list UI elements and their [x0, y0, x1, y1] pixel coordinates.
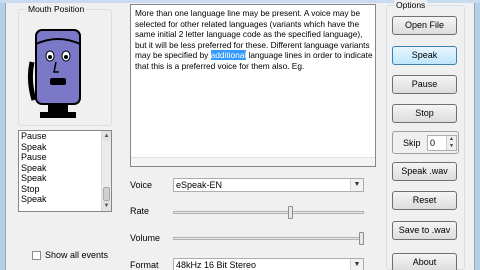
rate-slider[interactable] — [173, 211, 364, 214]
reset-button[interactable]: Reset — [392, 191, 457, 210]
format-label: Format — [130, 260, 159, 270]
spin-up-icon[interactable]: ▲ — [447, 136, 456, 143]
list-item[interactable]: Speak — [19, 194, 111, 205]
show-all-events-label: Show all events — [45, 250, 109, 260]
skip-count-spinner[interactable]: 0 ▲ ▼ — [427, 135, 457, 151]
list-item[interactable]: Stop — [19, 184, 111, 195]
list-item[interactable]: Pause — [19, 152, 111, 163]
speak-wav-button[interactable]: Speak .wav — [392, 162, 457, 181]
event-log-list[interactable]: Pause Speak Pause Speak Speak Stop Speak… — [18, 130, 112, 212]
format-select[interactable]: 48kHz 16 Bit Stereo ▼ — [173, 258, 364, 270]
list-item[interactable]: Speak — [19, 163, 111, 174]
skip-label: Skip — [403, 138, 421, 148]
speech-text-area[interactable]: More than one language line may be prese… — [130, 4, 376, 167]
voice-select-value: eSpeak-EN — [176, 180, 223, 190]
chevron-down-icon[interactable]: ▼ — [350, 179, 363, 191]
speak-button[interactable]: Speak — [392, 46, 457, 65]
open-file-button[interactable]: Open File — [392, 16, 457, 35]
list-item[interactable]: Speak — [19, 142, 111, 153]
mouth-position-title: Mouth Position — [26, 4, 87, 14]
pause-button[interactable]: Pause — [392, 75, 457, 94]
scroll-thumb[interactable] — [103, 187, 110, 201]
window-left-border — [0, 3, 6, 270]
voice-label: Voice — [130, 180, 153, 190]
voice-select[interactable]: eSpeak-EN ▼ — [173, 178, 364, 192]
text-selection: additional — [210, 50, 247, 61]
rate-slider-thumb[interactable] — [288, 206, 294, 219]
stop-button[interactable]: Stop — [392, 104, 457, 123]
list-item[interactable]: Pause — [19, 131, 111, 142]
spin-down-icon[interactable]: ▼ — [447, 143, 456, 150]
show-all-events-row[interactable]: Show all events — [32, 250, 108, 260]
save-to-wav-button[interactable]: Save to .wav — [392, 221, 457, 240]
speech-text-content[interactable]: More than one language line may be prese… — [135, 8, 373, 72]
mouth-avatar-image — [27, 29, 81, 118]
text-horizontal-scrollbar[interactable] — [131, 157, 375, 166]
chevron-down-icon[interactable]: ▼ — [350, 259, 363, 270]
skip-count-value: 0 — [430, 138, 436, 148]
volume-slider-thumb[interactable] — [359, 232, 364, 245]
rate-label: Rate — [130, 206, 150, 216]
window-right-border — [474, 3, 480, 270]
spinner-buttons[interactable]: ▲ ▼ — [446, 136, 456, 150]
format-select-value: 48kHz 16 Bit Stereo — [176, 260, 257, 270]
scroll-up-icon[interactable]: ▲ — [102, 131, 111, 141]
list-item[interactable]: Speak — [19, 173, 111, 184]
scroll-down-icon[interactable]: ▼ — [102, 201, 111, 211]
show-all-events-checkbox[interactable] — [32, 250, 41, 260]
options-title: Options — [394, 0, 428, 10]
about-button[interactable]: About — [392, 253, 457, 270]
log-scrollbar[interactable]: ▲ ▼ — [101, 131, 111, 211]
volume-slider[interactable] — [173, 237, 364, 240]
volume-label: Volume — [130, 233, 161, 243]
